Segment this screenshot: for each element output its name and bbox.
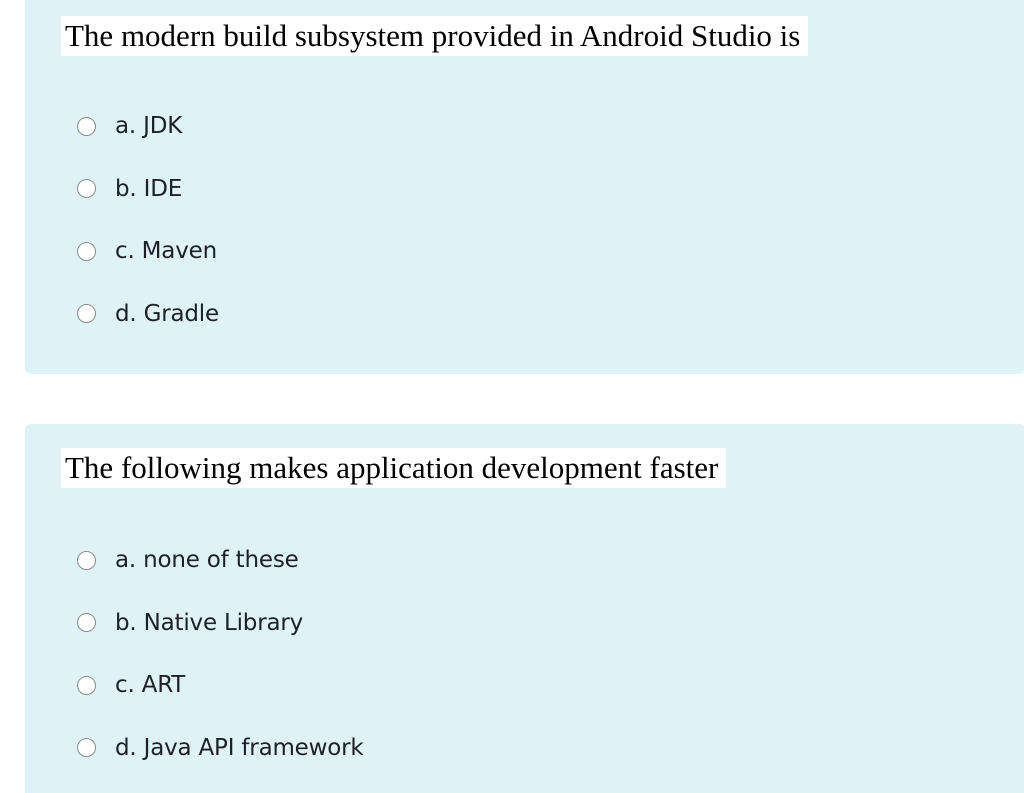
option-label[interactable]: b. Native Library [115, 610, 303, 636]
radio-button[interactable] [77, 613, 96, 633]
radio-button[interactable] [77, 550, 96, 570]
option-c[interactable]: c. ART [77, 654, 363, 717]
option-label[interactable]: c. ART [115, 672, 185, 698]
answer-options: a. JDK b. IDE c. Maven d. Gradle [77, 95, 219, 345]
option-label[interactable]: c. Maven [115, 238, 217, 264]
option-label[interactable]: d. Java API framework [115, 735, 364, 761]
option-a[interactable]: a. none of these [77, 529, 363, 592]
option-d[interactable]: d. Gradle [77, 283, 219, 346]
radio-button[interactable] [77, 179, 96, 199]
option-d[interactable]: d. Java API framework [77, 717, 364, 780]
answer-options: a. none of these b. Native Library c. AR… [77, 529, 364, 780]
radio-button[interactable] [77, 304, 96, 324]
option-a[interactable]: a. JDK [77, 95, 219, 158]
question-text: The modern build subsystem provided in A… [61, 16, 809, 56]
radio-button[interactable] [77, 675, 96, 695]
option-b[interactable]: b. Native Library [77, 592, 363, 655]
radio-button[interactable] [77, 116, 96, 136]
option-label[interactable]: a. none of these [115, 547, 299, 573]
radio-button[interactable] [77, 241, 96, 261]
option-label[interactable]: a. JDK [115, 113, 182, 139]
question-card-1: The modern build subsystem provided in A… [25, 0, 1024, 374]
question-text: The following makes application developm… [61, 448, 727, 488]
option-b[interactable]: b. IDE [77, 158, 219, 221]
quiz-page: The modern build subsystem provided in A… [0, 0, 1024, 793]
option-c[interactable]: c. Maven [77, 220, 219, 283]
option-label[interactable]: b. IDE [115, 176, 182, 202]
radio-button[interactable] [77, 738, 96, 758]
option-label[interactable]: d. Gradle [115, 301, 219, 327]
question-card-2: The following makes application developm… [25, 424, 1024, 793]
